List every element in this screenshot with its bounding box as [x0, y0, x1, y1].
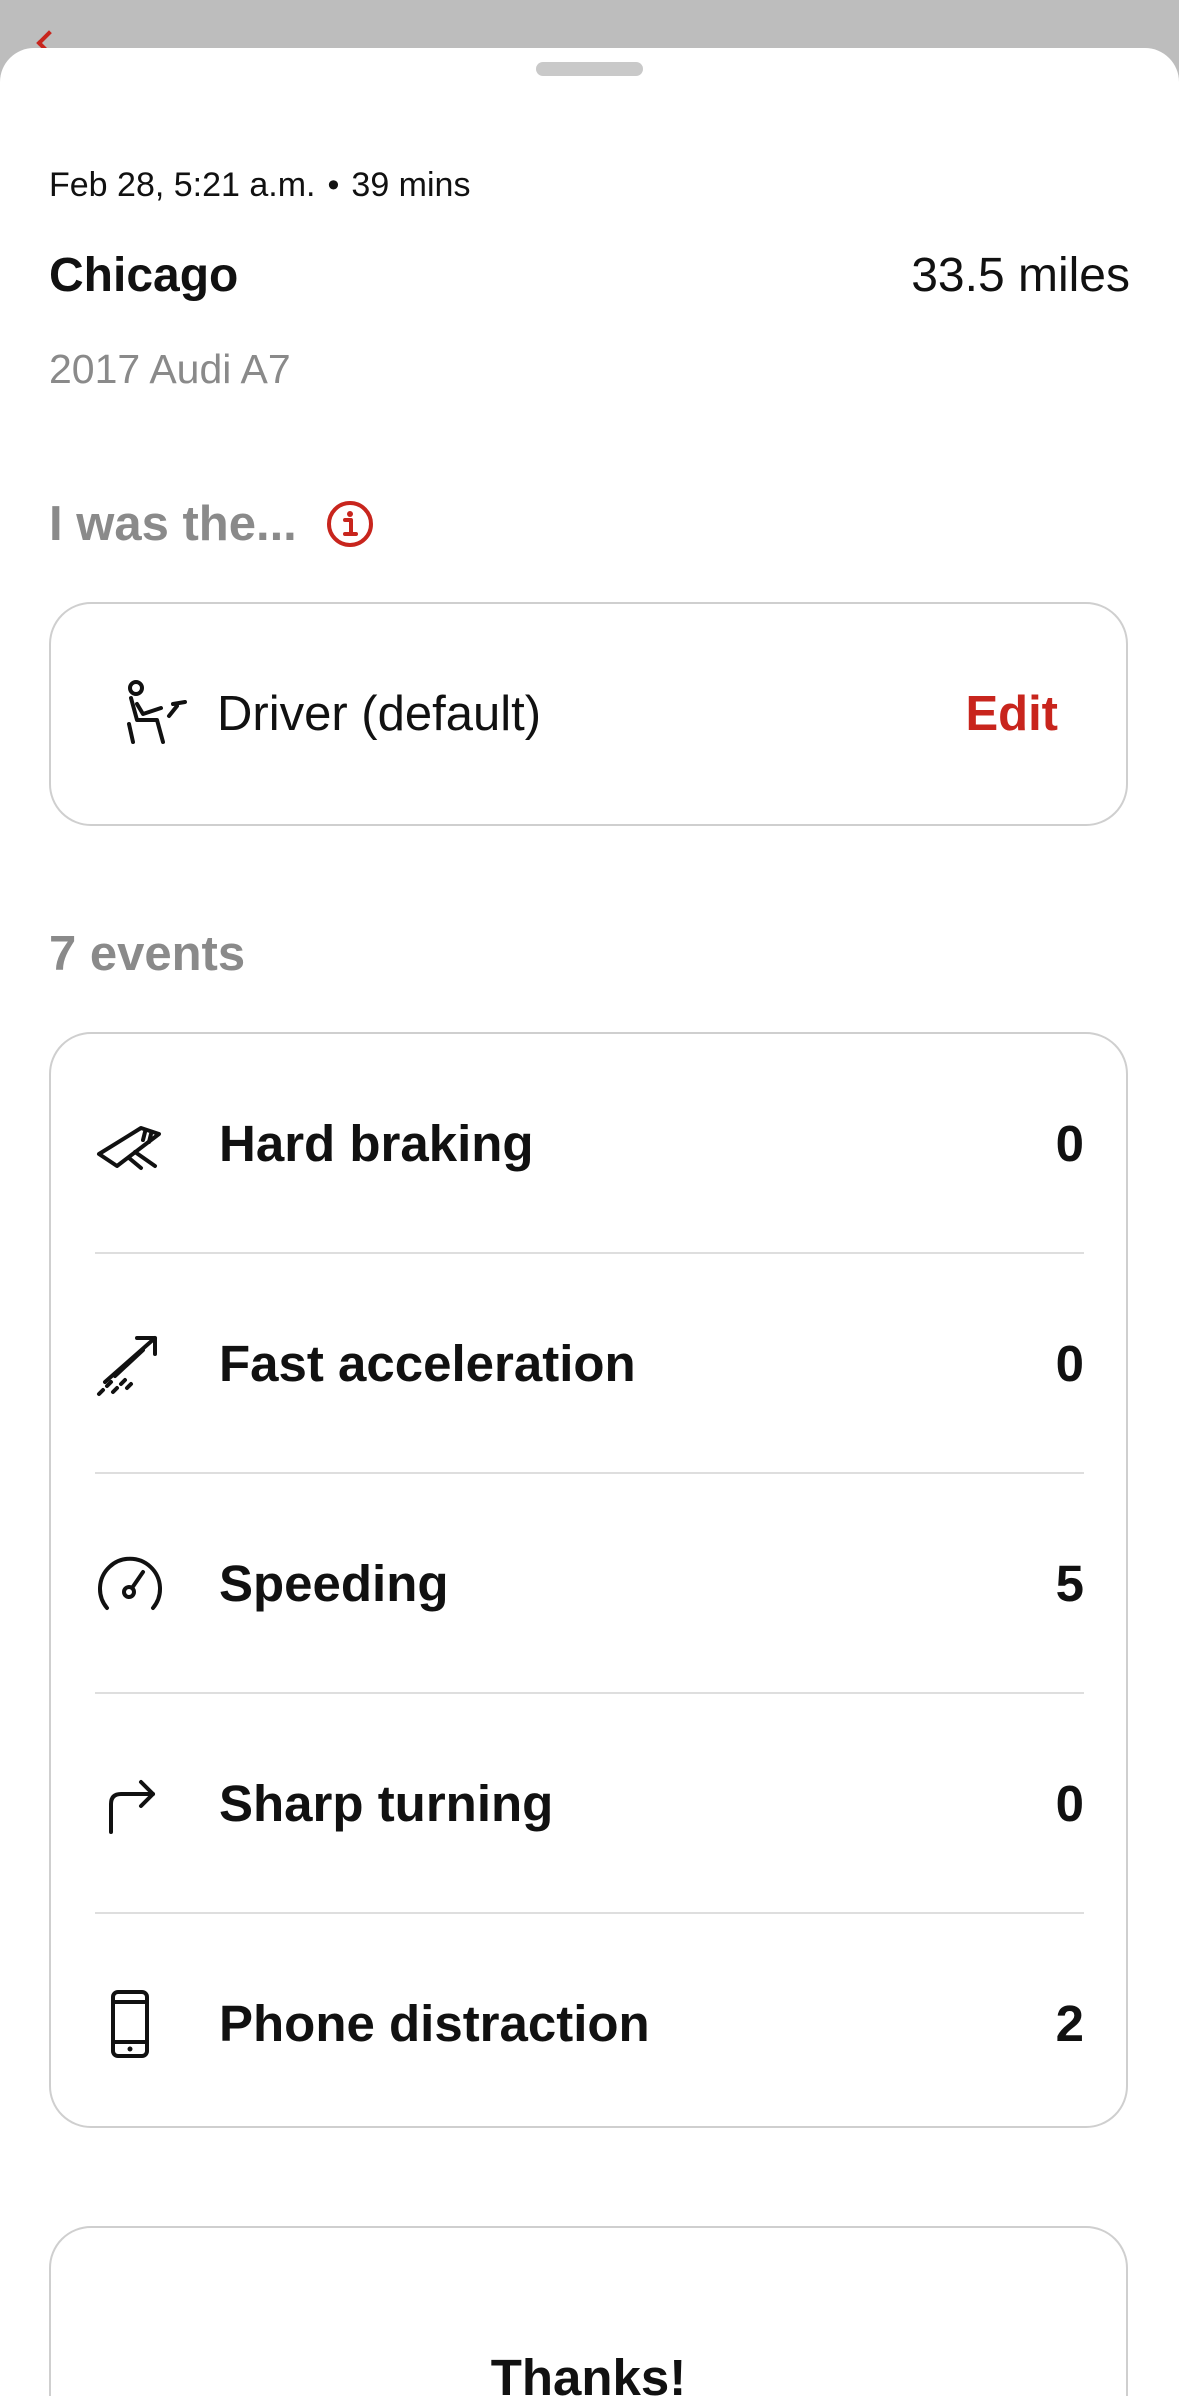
edit-role-button[interactable]: Edit	[965, 604, 1058, 824]
driver-seat-icon	[123, 680, 189, 746]
event-label: Sharp turning	[219, 1775, 554, 1832]
separator-dot: •	[327, 166, 340, 204]
event-count: 0	[1055, 1775, 1084, 1832]
event-count: 5	[1055, 1555, 1084, 1612]
trip-distance: 33.5 miles	[911, 249, 1130, 302]
turn-arrow-icon	[95, 1770, 165, 1840]
trip-city: Chicago	[49, 249, 239, 302]
trip-duration: 39 mins	[351, 166, 471, 204]
event-row-sharp-turning: Sharp turning 0	[95, 1694, 1084, 1914]
event-label: Speeding	[219, 1555, 449, 1612]
role-heading: I was the...	[49, 496, 375, 552]
hard-braking-icon	[95, 1110, 165, 1180]
event-count: 0	[1055, 1115, 1084, 1172]
phone-icon	[95, 1990, 165, 2060]
event-row-fast-acceleration: Fast acceleration 0	[95, 1254, 1084, 1474]
fast-acceleration-icon	[95, 1330, 165, 1400]
speedometer-icon	[95, 1550, 165, 1620]
event-row-speeding: Speeding 5	[95, 1474, 1084, 1694]
role-selected: Driver (default)	[217, 687, 542, 741]
event-label: Phone distraction	[219, 1995, 650, 2052]
role-heading-text: I was the...	[49, 497, 297, 551]
event-row-hard-braking: Hard braking 0	[95, 1034, 1084, 1254]
trip-date-time: Feb 28, 5:21 a.m.	[49, 166, 316, 204]
role-card[interactable]: Driver (default) Edit	[49, 602, 1128, 826]
sheet-grabber[interactable]	[536, 62, 643, 76]
event-label: Hard braking	[219, 1115, 534, 1172]
trip-vehicle: 2017 Audi A7	[49, 346, 291, 392]
feedback-card: Thanks!	[49, 2226, 1128, 2396]
feedback-title: Thanks!	[490, 2349, 687, 2396]
event-label: Fast acceleration	[219, 1335, 636, 1392]
info-icon[interactable]	[325, 499, 375, 549]
event-count: 0	[1055, 1335, 1084, 1392]
events-heading: 7 events	[49, 927, 246, 981]
event-row-phone-distraction: Phone distraction 2	[95, 1914, 1084, 2134]
trip-meta: Feb 28, 5:21 a.m. • 39 mins	[49, 166, 470, 205]
trip-detail-sheet: Feb 28, 5:21 a.m. • 39 mins Chicago 33.5 m…	[0, 48, 1179, 2396]
events-card: Hard braking 0 Fast acceleration 0 Speed…	[49, 1032, 1128, 2128]
event-count: 2	[1055, 1995, 1084, 2052]
